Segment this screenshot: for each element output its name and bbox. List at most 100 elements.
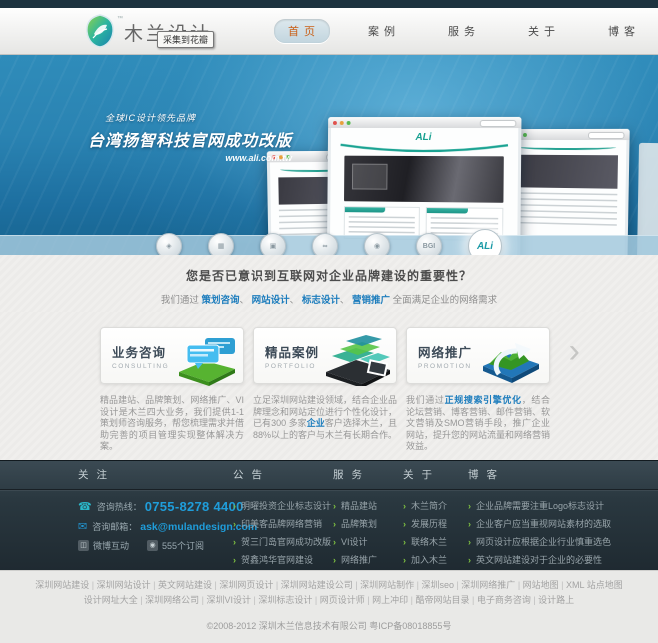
about-link[interactable]: › 发展历程 [403,517,465,530]
intro-part[interactable]: 我们通过 [161,295,202,306]
portfolio-icon [326,335,390,386]
intro-subtext: 我们通过 策划咨询、 网站设计、 标志设计、 营销推广 全面满足企业的网络需求 [0,292,658,306]
client-logo-icon: ▣ [269,243,277,250]
nav-item-label: 首页 [288,26,321,38]
nav-item-label: 案例 [368,26,401,38]
nav-item[interactable]: 首页 [274,19,331,43]
mulan-leaf-icon [85,14,115,48]
service-link[interactable]: › 精品建站 [333,499,401,512]
banner-url: www.ali.com.tw [225,153,293,163]
seo-link[interactable]: 深圳网站建设 [35,580,96,590]
weibo-link[interactable]: 微博互动 [93,539,129,552]
nav-item[interactable]: 案例 [354,19,410,43]
huaban-collect-button[interactable]: 采集到花瓣 [157,31,215,48]
seo-link[interactable]: 深圳网站建设公司 [281,580,360,590]
seo-link[interactable]: 电子商务咨询 [477,595,538,605]
seo-link[interactable]: 深圳网站制作 [360,580,421,590]
site-text-lines [513,191,618,227]
phone-icon: ☎ [78,501,92,513]
carousel-indicator[interactable]: ◈ [156,233,182,255]
arrow-icon: › [233,501,236,511]
seo-link[interactable]: XML 站点地图 [566,580,623,590]
notice-link[interactable]: › 印美客品牌网络营销 [233,517,335,530]
notice-link[interactable]: › 贺三门岛官网成功改版 [233,535,335,548]
intro-part[interactable]: 网站设计 [252,295,290,306]
nav-item[interactable]: 关于 [514,19,570,43]
site-footer: 关注 ☎ 咨询热线： 0755-8278 4400 ✉ 咨询邮箱： ask@mu… [0,460,658,570]
intro-part[interactable]: 全面满足企业的网络需求 [390,295,498,306]
notice-label: 贺鑫鸿华官网建设 [241,555,314,565]
carousel-indicator[interactable]: ALi [468,229,502,255]
card-description: 精品建站、品牌策划、网络推广、VI设计是木兰四大业务，我们提供1-1策划师咨询服… [100,395,244,453]
card-title: 业务咨询 [112,346,167,360]
carousel-next-button[interactable]: › [569,334,580,368]
service-link[interactable]: › 品牌策划 [333,517,401,530]
seo-link[interactable]: 深圳网络公司 [145,595,206,605]
service-label: 精品建站 [341,501,378,511]
blog-link[interactable]: › 英文网站建设对于企业的必要性 [468,553,643,566]
about-link[interactable]: › 木兰简介 [403,499,465,512]
arrow-icon: › [403,501,406,511]
top-strip [0,0,658,8]
portfolio-card[interactable]: 精品案例 PORTFOLIO [253,327,397,386]
nav-item[interactable]: 服务 [434,19,490,43]
arrow-icon: › [468,519,471,529]
blog-list: › 企业品牌需要注重Logo标志设计 › 企业客户应当重视网站素材的选取 › 网页设计应根… [468,499,643,566]
carousel-indicator[interactable]: BGI [416,233,442,255]
seo-link[interactable]: 深圳seo [421,580,461,590]
intro-part[interactable]: 、 [240,295,252,306]
service-label: 品牌策划 [341,519,378,529]
nav-item-label: 关于 [528,26,561,38]
consulting-card[interactable]: 业务咨询 CONSULTING [100,327,244,386]
arrow-icon: › [468,555,471,565]
promotion-card[interactable]: 网络推广 PROMOTION [406,327,550,384]
card-head: 业务咨询 CONSULTING [112,342,169,370]
header: ™ 木兰设计 首页案例服务关于博客 [0,8,658,55]
rss-icon[interactable]: ◉ [147,540,159,551]
blog-link[interactable]: › 企业客户应当重视网站素材的选取 [468,517,643,530]
nav-item[interactable]: 博客 [594,19,650,43]
seo-link[interactable]: 设计路上 [538,595,574,605]
seo-link[interactable]: 英文网站建设 [158,580,219,590]
intro-part[interactable]: 策划咨询 [202,295,240,306]
services-cards-section: 业务咨询 CONSULTING 精品建站、品牌策划、网络推广、VI设计是木兰四大… [0,312,658,460]
carousel-indicator[interactable]: ◉ [364,233,390,255]
seo-link[interactable]: 网站地图 [523,580,566,590]
carousel-indicator[interactable]: ∞ [312,233,338,255]
intro-part[interactable]: 营销推广 [352,295,390,306]
client-logo-icon: BGI [422,242,436,250]
carousel-indicator[interactable]: ▣ [260,233,286,255]
banner-tagline: 全球IC设计领先品牌 [105,113,197,123]
about-link[interactable]: › 联络木兰 [403,535,465,548]
intro-part[interactable]: 标志设计 [302,295,340,306]
seo-link[interactable]: 深圳标志设计 [258,595,319,605]
arrow-icon: › [403,555,406,565]
blog-link[interactable]: › 网页设计应根据企业行业慎重选色 [468,535,643,548]
seo-link[interactable]: 网页设计师 [320,595,372,605]
service-link[interactable]: › VI设计 [333,535,401,548]
arrow-icon: › [468,537,471,547]
notice-label: 明曜投资企业标志设计 [241,501,332,511]
seo-link[interactable]: 深圳VI设计 [207,595,259,605]
rss-link[interactable]: 555个订阅 [162,539,204,552]
service-link[interactable]: › 网络推广 [333,553,401,566]
seo-link[interactable]: 深圳网站设计 [97,580,158,590]
browser-chrome-bar [328,116,522,129]
weibo-icon[interactable]: ◫ [78,540,89,551]
seo-link[interactable]: 深圳网页设计 [219,580,280,590]
arrow-icon: › [468,501,471,511]
about-link[interactable]: › 加入木兰 [403,553,465,566]
seo-link[interactable]: 设计网址大全 [84,595,145,605]
footer-follow-column: 关注 ☎ 咨询热线： 0755-8278 4400 ✉ 咨询邮箱： ask@mu… [78,467,257,558]
carousel-indicator[interactable]: ▦ [208,233,234,255]
intro-part[interactable]: 、 [290,295,302,306]
blog-link[interactable]: › 企业品牌需要注重Logo标志设计 [468,499,643,512]
intro-heading: 您是否已意识到互联网对企业品牌建设的重要性？ [185,269,472,283]
portfolio-card-wrap: 精品案例 PORTFOLIO 立足深圳网站建设领域，结合企业品牌理念和网站定位进… [253,327,397,460]
seo-link[interactable]: 深圳网络推广 [461,580,522,590]
seo-link[interactable]: 酷帝网站目录 [415,595,476,605]
notice-link[interactable]: › 明曜投资企业标志设计 [233,499,335,512]
notice-link[interactable]: › 贺鑫鸿华官网建设 [233,553,335,566]
seo-link[interactable]: 网上冲印 [372,595,415,605]
intro-part[interactable]: 、 [340,295,352,306]
